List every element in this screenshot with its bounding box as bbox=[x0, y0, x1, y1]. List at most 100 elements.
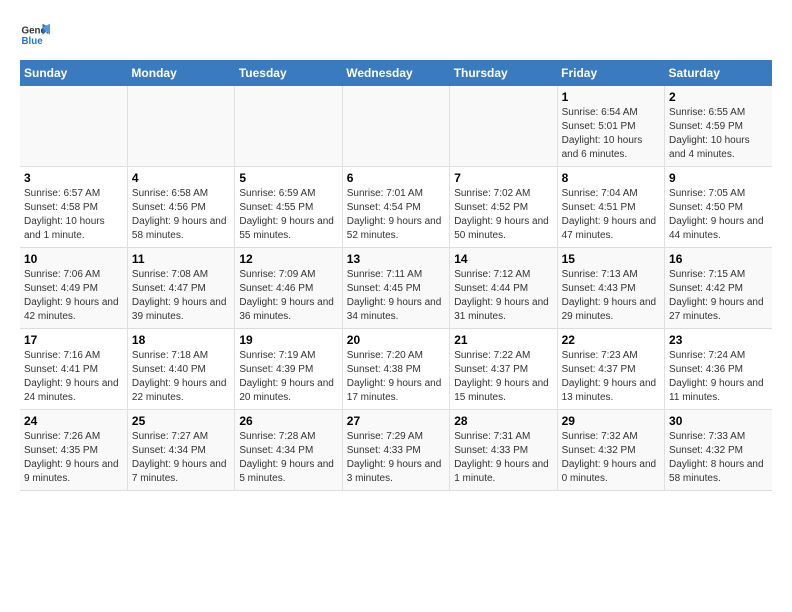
day-number: 19 bbox=[239, 333, 337, 347]
column-header-friday: Friday bbox=[557, 60, 664, 86]
day-info: Sunrise: 7:29 AM Sunset: 4:33 PM Dayligh… bbox=[347, 430, 445, 486]
day-cell bbox=[342, 86, 449, 167]
day-cell: 14 Sunrise: 7:12 AM Sunset: 4:44 PM Dayli… bbox=[450, 248, 557, 329]
day-info: Sunrise: 7:33 AM Sunset: 4:32 PM Dayligh… bbox=[669, 430, 768, 486]
day-info: Sunrise: 7:22 AM Sunset: 4:37 PM Dayligh… bbox=[454, 349, 552, 405]
day-number: 2 bbox=[669, 90, 768, 104]
day-number: 29 bbox=[562, 414, 660, 428]
day-info: Sunrise: 7:06 AM Sunset: 4:49 PM Dayligh… bbox=[24, 268, 123, 324]
day-info: Sunrise: 7:08 AM Sunset: 4:47 PM Dayligh… bbox=[132, 268, 230, 324]
day-info: Sunrise: 7:11 AM Sunset: 4:45 PM Dayligh… bbox=[347, 268, 445, 324]
day-cell: 19 Sunrise: 7:19 AM Sunset: 4:39 PM Dayli… bbox=[235, 329, 342, 410]
day-cell: 22 Sunrise: 7:23 AM Sunset: 4:37 PM Dayli… bbox=[557, 329, 664, 410]
day-cell: 25 Sunrise: 7:27 AM Sunset: 4:34 PM Dayli… bbox=[127, 410, 234, 491]
day-info: Sunrise: 7:04 AM Sunset: 4:51 PM Dayligh… bbox=[562, 187, 660, 243]
day-number: 9 bbox=[669, 171, 768, 185]
day-info: Sunrise: 7:15 AM Sunset: 4:42 PM Dayligh… bbox=[669, 268, 768, 324]
day-number: 14 bbox=[454, 252, 552, 266]
day-cell: 15 Sunrise: 7:13 AM Sunset: 4:43 PM Dayli… bbox=[557, 248, 664, 329]
day-cell: 17 Sunrise: 7:16 AM Sunset: 4:41 PM Dayli… bbox=[20, 329, 127, 410]
day-info: Sunrise: 6:58 AM Sunset: 4:56 PM Dayligh… bbox=[132, 187, 230, 243]
day-info: Sunrise: 7:19 AM Sunset: 4:39 PM Dayligh… bbox=[239, 349, 337, 405]
day-info: Sunrise: 7:28 AM Sunset: 4:34 PM Dayligh… bbox=[239, 430, 337, 486]
day-cell: 20 Sunrise: 7:20 AM Sunset: 4:38 PM Dayli… bbox=[342, 329, 449, 410]
column-header-tuesday: Tuesday bbox=[235, 60, 342, 86]
day-info: Sunrise: 7:24 AM Sunset: 4:36 PM Dayligh… bbox=[669, 349, 768, 405]
day-info: Sunrise: 7:16 AM Sunset: 4:41 PM Dayligh… bbox=[24, 349, 123, 405]
logo: General Blue bbox=[20, 20, 50, 50]
column-header-monday: Monday bbox=[127, 60, 234, 86]
week-row-3: 10 Sunrise: 7:06 AM Sunset: 4:49 PM Dayli… bbox=[20, 248, 772, 329]
day-number: 7 bbox=[454, 171, 552, 185]
day-cell: 28 Sunrise: 7:31 AM Sunset: 4:33 PM Dayli… bbox=[450, 410, 557, 491]
day-number: 1 bbox=[562, 90, 660, 104]
day-info: Sunrise: 7:27 AM Sunset: 4:34 PM Dayligh… bbox=[132, 430, 230, 486]
day-cell: 12Sunrise: 7:09 AM Sunset: 4:46 PM Dayli… bbox=[235, 248, 342, 329]
day-cell: 16 Sunrise: 7:15 AM Sunset: 4:42 PM Dayli… bbox=[665, 248, 772, 329]
logo-icon: General Blue bbox=[20, 20, 50, 50]
day-cell: 2 Sunrise: 6:55 AM Sunset: 4:59 PM Daylig… bbox=[665, 86, 772, 167]
day-number: 11 bbox=[132, 252, 230, 266]
day-number: 28 bbox=[454, 414, 552, 428]
day-info: Sunrise: 6:54 AM Sunset: 5:01 PM Dayligh… bbox=[562, 106, 660, 162]
day-number: 24 bbox=[24, 414, 123, 428]
day-number: 27 bbox=[347, 414, 445, 428]
day-number: 23 bbox=[669, 333, 768, 347]
day-number: 18 bbox=[132, 333, 230, 347]
column-header-thursday: Thursday bbox=[450, 60, 557, 86]
day-number: 5 bbox=[239, 171, 337, 185]
day-cell: 11 Sunrise: 7:08 AM Sunset: 4:47 PM Dayli… bbox=[127, 248, 234, 329]
day-number: 22 bbox=[562, 333, 660, 347]
day-cell: 10 Sunrise: 7:06 AM Sunset: 4:49 PM Dayli… bbox=[20, 248, 127, 329]
day-info: Sunrise: 7:23 AM Sunset: 4:37 PM Dayligh… bbox=[562, 349, 660, 405]
day-cell bbox=[235, 86, 342, 167]
day-cell bbox=[127, 86, 234, 167]
day-number: 17 bbox=[24, 333, 123, 347]
column-header-wednesday: Wednesday bbox=[342, 60, 449, 86]
day-number: 4 bbox=[132, 171, 230, 185]
day-info: Sunrise: 7:20 AM Sunset: 4:38 PM Dayligh… bbox=[347, 349, 445, 405]
day-number: 3 bbox=[24, 171, 123, 185]
day-info: Sunrise: 7:09 AM Sunset: 4:46 PM Dayligh… bbox=[239, 268, 337, 324]
day-cell: 21Sunrise: 7:22 AM Sunset: 4:37 PM Dayli… bbox=[450, 329, 557, 410]
column-header-sunday: Sunday bbox=[20, 60, 127, 86]
day-cell: 30 Sunrise: 7:33 AM Sunset: 4:32 PM Dayli… bbox=[665, 410, 772, 491]
day-number: 25 bbox=[132, 414, 230, 428]
day-cell bbox=[450, 86, 557, 167]
day-info: Sunrise: 7:05 AM Sunset: 4:50 PM Dayligh… bbox=[669, 187, 768, 243]
day-info: Sunrise: 7:31 AM Sunset: 4:33 PM Dayligh… bbox=[454, 430, 552, 486]
day-cell bbox=[20, 86, 127, 167]
day-cell: 6Sunrise: 7:01 AM Sunset: 4:54 PM Daylig… bbox=[342, 167, 449, 248]
day-cell: 4 Sunrise: 6:58 AM Sunset: 4:56 PM Daylig… bbox=[127, 167, 234, 248]
day-cell: 9 Sunrise: 7:05 AM Sunset: 4:50 PM Daylig… bbox=[665, 167, 772, 248]
calendar-table: SundayMondayTuesdayWednesdayThursdayFrid… bbox=[20, 60, 772, 491]
day-info: Sunrise: 7:12 AM Sunset: 4:44 PM Dayligh… bbox=[454, 268, 552, 324]
day-info: Sunrise: 7:32 AM Sunset: 4:32 PM Dayligh… bbox=[562, 430, 660, 486]
day-number: 15 bbox=[562, 252, 660, 266]
svg-text:Blue: Blue bbox=[22, 36, 44, 47]
day-number: 10 bbox=[24, 252, 123, 266]
day-info: Sunrise: 7:18 AM Sunset: 4:40 PM Dayligh… bbox=[132, 349, 230, 405]
day-number: 16 bbox=[669, 252, 768, 266]
day-cell: 27 Sunrise: 7:29 AM Sunset: 4:33 PM Dayli… bbox=[342, 410, 449, 491]
day-info: Sunrise: 6:59 AM Sunset: 4:55 PM Dayligh… bbox=[239, 187, 337, 243]
day-info: Sunrise: 7:01 AM Sunset: 4:54 PM Dayligh… bbox=[347, 187, 445, 243]
day-cell: 1 Sunrise: 6:54 AM Sunset: 5:01 PM Daylig… bbox=[557, 86, 664, 167]
week-row-4: 17 Sunrise: 7:16 AM Sunset: 4:41 PM Dayli… bbox=[20, 329, 772, 410]
week-row-1: 1 Sunrise: 6:54 AM Sunset: 5:01 PM Daylig… bbox=[20, 86, 772, 167]
day-number: 30 bbox=[669, 414, 768, 428]
day-cell: 7Sunrise: 7:02 AM Sunset: 4:52 PM Daylig… bbox=[450, 167, 557, 248]
day-info: Sunrise: 6:55 AM Sunset: 4:59 PM Dayligh… bbox=[669, 106, 768, 162]
day-number: 8 bbox=[562, 171, 660, 185]
day-cell: 24 Sunrise: 7:26 AM Sunset: 4:35 PM Dayli… bbox=[20, 410, 127, 491]
column-header-saturday: Saturday bbox=[665, 60, 772, 86]
day-info: Sunrise: 7:26 AM Sunset: 4:35 PM Dayligh… bbox=[24, 430, 123, 486]
day-info: Sunrise: 7:13 AM Sunset: 4:43 PM Dayligh… bbox=[562, 268, 660, 324]
day-info: Sunrise: 6:57 AM Sunset: 4:58 PM Dayligh… bbox=[24, 187, 123, 243]
calendar-header-row: SundayMondayTuesdayWednesdayThursdayFrid… bbox=[20, 60, 772, 86]
day-number: 20 bbox=[347, 333, 445, 347]
day-cell: 8 Sunrise: 7:04 AM Sunset: 4:51 PM Daylig… bbox=[557, 167, 664, 248]
day-cell: 29 Sunrise: 7:32 AM Sunset: 4:32 PM Dayli… bbox=[557, 410, 664, 491]
day-number: 26 bbox=[239, 414, 337, 428]
day-cell: 18 Sunrise: 7:18 AM Sunset: 4:40 PM Dayli… bbox=[127, 329, 234, 410]
